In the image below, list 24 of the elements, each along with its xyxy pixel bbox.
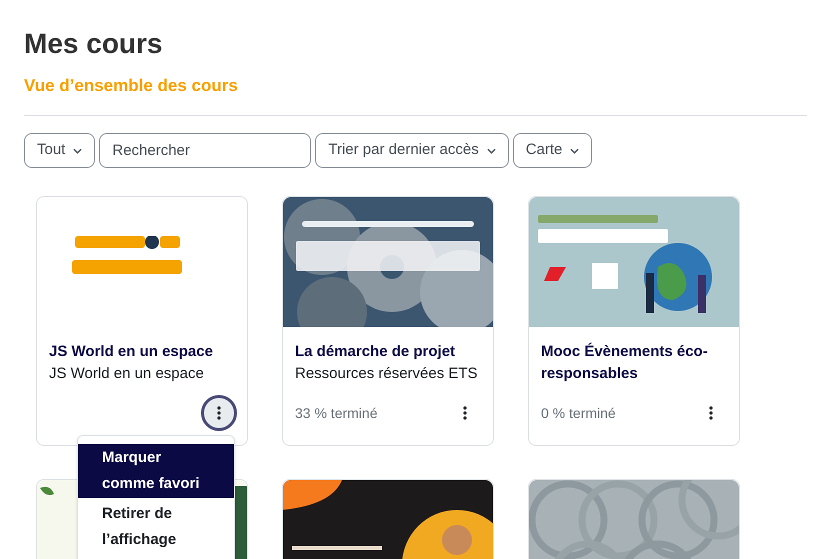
menu-item[interactable]: Retirer de l’affichage <box>78 498 234 556</box>
progress-text: 33 % terminé <box>295 404 378 422</box>
course-title[interactable]: La démarche de projet <box>295 341 481 363</box>
course-card[interactable]: Mooc Évènements éco-responsables 0 % terminé <box>528 196 740 446</box>
page-title: Mes cours <box>24 27 164 61</box>
course-title[interactable]: Mooc Évènements éco-responsables <box>541 341 727 385</box>
search-field[interactable]: Rechercher <box>99 133 312 168</box>
filter-dropdown[interactable]: Carte <box>512 133 592 168</box>
progress-text: 0 % terminé <box>541 404 616 422</box>
chevron-down-icon <box>73 148 82 154</box>
chevron-down-icon <box>570 148 580 154</box>
kebab-icon <box>709 406 713 420</box>
filter-dropdown[interactable]: Tout <box>24 133 96 168</box>
course-category: Ressources réservées ETS <box>295 364 479 384</box>
kebab-icon <box>217 406 221 420</box>
course-category: JS World en un espace <box>49 364 205 384</box>
menu-item[interactable]: Marquer comme favori <box>78 444 234 498</box>
chevron-down-icon <box>486 148 496 154</box>
section-heading: Vue d’ensemble des cours <box>24 75 239 97</box>
kebab-icon <box>463 406 467 420</box>
course-card[interactable]: La démarche de projet Ressources réservées ETS 33 % terminé <box>282 196 494 446</box>
filter-dropdown[interactable]: Trier par dernier accès <box>315 133 509 168</box>
course-title[interactable]: JS World en un espace <box>49 341 235 363</box>
more-options-button[interactable] <box>201 395 237 431</box>
